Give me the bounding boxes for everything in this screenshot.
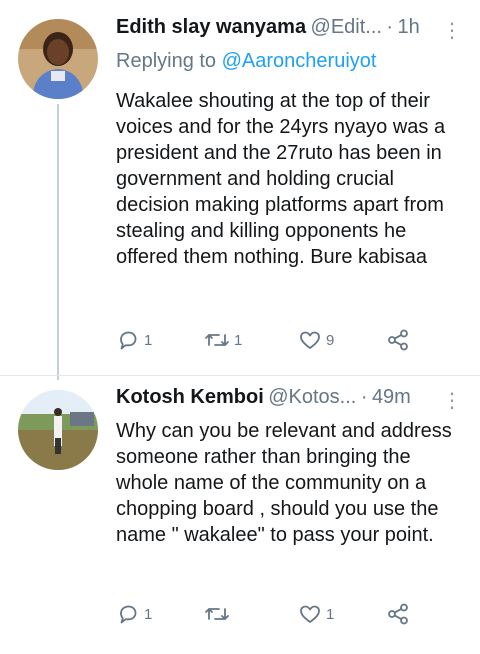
- reply-icon: [120, 331, 137, 350]
- tweet-1[interactable]: Edith slay wanyama @Edit... · 1h ⋮ Reply…: [0, 0, 480, 380]
- like-button[interactable]: 9: [298, 328, 334, 352]
- reply-count: 1: [144, 331, 153, 349]
- replying-prefix: Replying to: [116, 50, 217, 72]
- timestamp[interactable]: 1h: [398, 16, 420, 38]
- share-button[interactable]: [386, 602, 410, 626]
- reply-button[interactable]: 1: [116, 328, 152, 352]
- author-name[interactable]: Kotosh Kemboi: [116, 386, 264, 408]
- tweet-header: Kotosh Kemboi @Kotos... · 49m ⋮: [116, 386, 462, 416]
- retweet-count: 1: [234, 331, 243, 349]
- like-count: 9: [326, 331, 335, 349]
- more-options-icon[interactable]: ⋮: [442, 388, 462, 413]
- author-handle[interactable]: @Kotos...: [268, 386, 356, 408]
- author-handle[interactable]: @Edit...: [311, 16, 382, 38]
- share-icon: [388, 329, 408, 351]
- thread-line: [57, 104, 59, 380]
- avatar[interactable]: [18, 19, 98, 99]
- like-count: 1: [326, 605, 335, 623]
- tweet-2[interactable]: Kotosh Kemboi @Kotos... · 49m ⋮ Why can …: [0, 376, 480, 654]
- share-icon: [388, 603, 408, 625]
- avatar[interactable]: [18, 390, 98, 470]
- heart-icon: [300, 331, 320, 349]
- author-name[interactable]: Edith slay wanyama: [116, 16, 306, 38]
- tweet-text: Why can you be relevant and address some…: [116, 420, 452, 546]
- heart-icon: [300, 605, 320, 623]
- tweet-header: Edith slay wanyama @Edit... · 1h ⋮: [116, 16, 462, 46]
- separator-dot: ·: [360, 386, 368, 408]
- retweet-button[interactable]: [204, 602, 234, 626]
- timestamp[interactable]: 49m: [372, 386, 411, 408]
- tweet-actions: 1 1: [116, 602, 416, 632]
- tweet-actions: 1 1 9: [116, 328, 416, 358]
- reply-button[interactable]: 1: [116, 602, 152, 626]
- reply-icon: [120, 605, 137, 624]
- separator-dot: ·: [386, 16, 394, 38]
- share-button[interactable]: [386, 328, 410, 352]
- tweet-text: Wakalee shouting at the top of their voi…: [116, 90, 446, 268]
- replying-handle-link[interactable]: @Aaroncheruiyot: [222, 50, 377, 72]
- reply-count: 1: [144, 605, 153, 623]
- retweet-icon: [205, 608, 229, 620]
- like-button[interactable]: 1: [298, 602, 334, 626]
- retweet-icon: [205, 334, 229, 346]
- retweet-button[interactable]: 1: [204, 328, 242, 352]
- more-options-icon[interactable]: ⋮: [442, 18, 462, 43]
- replying-to: Replying to @Aaroncheruiyot: [116, 50, 376, 73]
